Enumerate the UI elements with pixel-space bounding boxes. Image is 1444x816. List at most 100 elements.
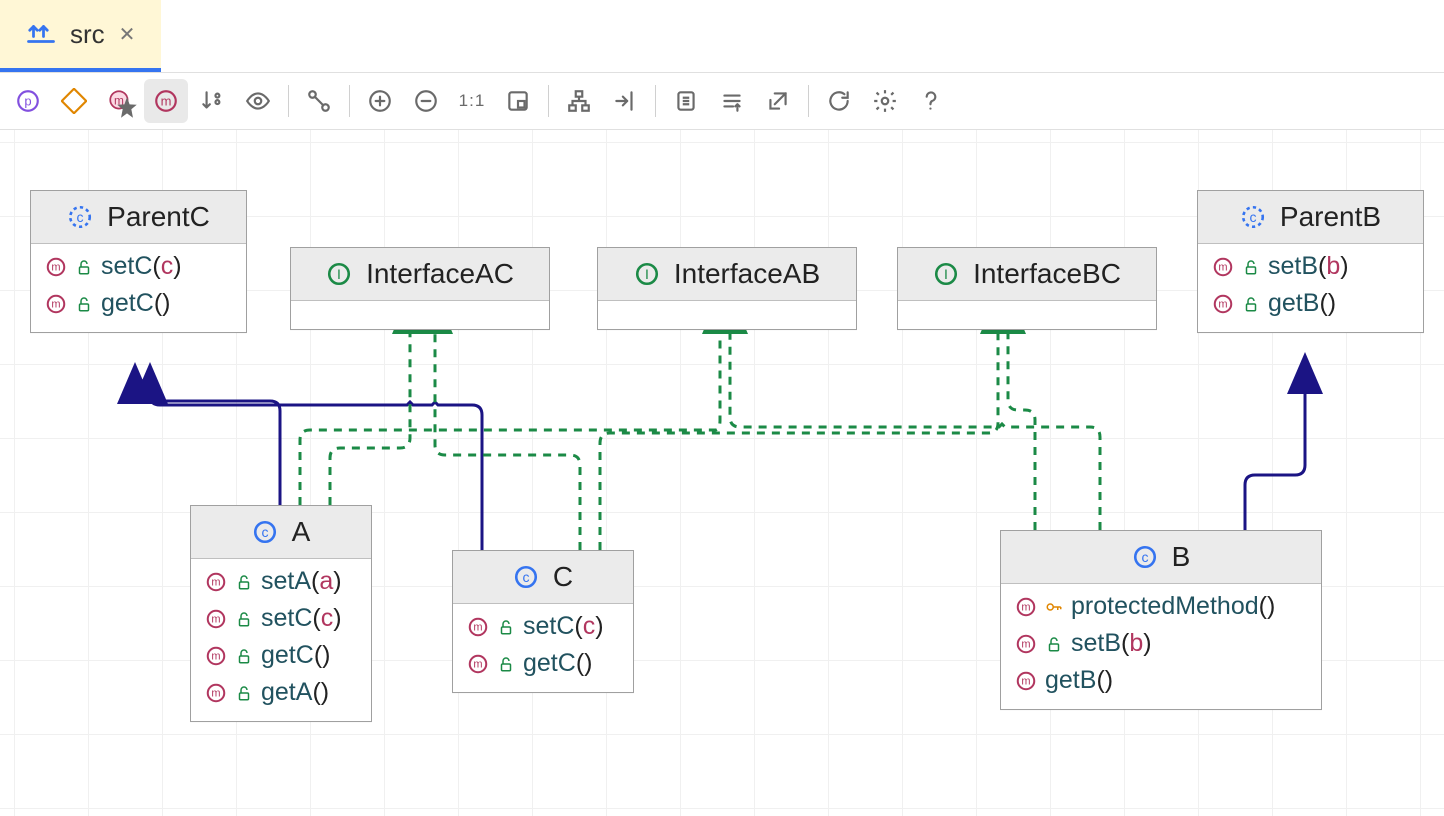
method-icon: m: [205, 608, 227, 630]
public-icon: [1045, 635, 1063, 653]
svg-text:m: m: [1021, 601, 1030, 613]
node-title: ParentB: [1280, 201, 1381, 233]
diagram-canvas[interactable]: c ParentC m setC(c) m getC() c ParentB: [0, 130, 1444, 816]
svg-text:m: m: [51, 261, 60, 273]
node-header: c A: [191, 506, 371, 559]
tab-diagram-icon: [26, 19, 56, 49]
svg-text:I: I: [645, 266, 649, 282]
class-icon: c: [513, 564, 539, 590]
toolbar-separator: [655, 85, 656, 117]
method-icon: m: [467, 653, 489, 675]
public-icon: [235, 647, 253, 665]
node-title: A: [292, 516, 311, 548]
zoom-in-icon[interactable]: [358, 79, 402, 123]
node-title: ParentC: [107, 201, 210, 233]
member-setC: m setC(c): [45, 252, 232, 281]
node-header: I InterfaceAB: [598, 248, 856, 301]
member-getB: m getB(): [1212, 289, 1409, 318]
node-header: c ParentC: [31, 191, 246, 244]
group-icon[interactable]: [603, 79, 647, 123]
svg-text:c: c: [261, 524, 268, 540]
svg-text:m: m: [473, 621, 482, 633]
interface-icon: I: [634, 261, 660, 287]
method-icon: m: [205, 682, 227, 704]
list-icon[interactable]: [664, 79, 708, 123]
svg-text:c: c: [1141, 549, 1148, 565]
svg-text:m: m: [211, 650, 220, 662]
protected-icon: [1045, 598, 1063, 616]
node-header: c C: [453, 551, 633, 604]
tab-bar: src ✕: [0, 0, 1444, 73]
interface-icon: I: [326, 261, 352, 287]
sort-icon[interactable]: [190, 79, 234, 123]
method-icon: m: [1015, 596, 1037, 618]
node-body: m setB(b) m getB(): [1198, 244, 1423, 332]
tab-src[interactable]: src ✕: [0, 0, 161, 72]
member-setC: m setC(c): [467, 612, 619, 641]
zoom-out-icon[interactable]: [404, 79, 448, 123]
public-icon: [1242, 258, 1260, 276]
node-InterfaceAC[interactable]: I InterfaceAC: [290, 247, 550, 330]
node-ParentC[interactable]: c ParentC m setC(c) m getC(): [30, 190, 247, 333]
public-icon: [75, 258, 93, 276]
public-icon: [497, 655, 515, 673]
package-icon[interactable]: p: [6, 79, 50, 123]
svg-text:m: m: [211, 613, 220, 625]
method-icon: m: [1212, 293, 1234, 315]
refresh-icon[interactable]: [817, 79, 861, 123]
open-icon[interactable]: [756, 79, 800, 123]
node-C[interactable]: c C m setC(c) m getC(): [452, 550, 634, 693]
svg-text:m: m: [51, 298, 60, 310]
node-title: InterfaceAC: [366, 258, 514, 290]
svg-text:p: p: [24, 93, 31, 108]
toolbar-separator: [808, 85, 809, 117]
node-InterfaceBC[interactable]: I InterfaceBC: [897, 247, 1157, 330]
abstract-class-icon: c: [1240, 204, 1266, 230]
node-header: c ParentB: [1198, 191, 1423, 244]
node-A[interactable]: c A m setA(a) m setC(c) m getC() m: [190, 505, 372, 722]
svg-text:m: m: [211, 687, 220, 699]
node-title: InterfaceAB: [674, 258, 820, 290]
interface-icon: I: [933, 261, 959, 287]
public-icon: [235, 573, 253, 591]
method-icon: m: [1212, 256, 1234, 278]
zoom-reset-label: 1:1: [459, 91, 486, 111]
svg-text:c: c: [77, 209, 84, 225]
member-getC: m getC(): [467, 649, 619, 678]
zoom-reset-button[interactable]: 1:1: [450, 79, 494, 123]
edit-icon[interactable]: [710, 79, 754, 123]
method-icon: m: [205, 571, 227, 593]
svg-text:m: m: [1021, 675, 1030, 687]
svg-text:m: m: [1218, 298, 1227, 310]
node-title: InterfaceBC: [973, 258, 1121, 290]
public-icon: [497, 618, 515, 636]
public-icon: [235, 610, 253, 628]
member-setA: m setA(a): [205, 567, 357, 596]
visibility-icon[interactable]: [236, 79, 280, 123]
annotation-icon[interactable]: [52, 79, 96, 123]
public-icon: [1242, 295, 1260, 313]
abstract-class-icon: c: [67, 204, 93, 230]
fit-icon[interactable]: [496, 79, 540, 123]
node-header: I InterfaceAC: [291, 248, 549, 301]
hierarchy-icon[interactable]: [557, 79, 601, 123]
node-B[interactable]: c B m protectedMethod() m setB(b) m getB…: [1000, 530, 1322, 710]
member-getB: m getB(): [1015, 666, 1307, 695]
help-icon[interactable]: [909, 79, 953, 123]
member-getA: m getA(): [205, 678, 357, 707]
member-getC: m getC(): [205, 641, 357, 670]
tab-label: src: [70, 19, 105, 50]
svg-text:c: c: [1249, 209, 1256, 225]
tab-close-button[interactable]: ✕: [119, 22, 136, 47]
svg-text:m: m: [473, 658, 482, 670]
node-body: m setC(c) m getC(): [31, 244, 246, 332]
dependency-diff-icon[interactable]: [297, 79, 341, 123]
method-starred-icon[interactable]: m: [98, 79, 142, 123]
method-icon[interactable]: m: [144, 79, 188, 123]
member-setC: m setC(c): [205, 604, 357, 633]
node-InterfaceAB[interactable]: I InterfaceAB: [597, 247, 857, 330]
settings-icon[interactable]: [863, 79, 907, 123]
node-ParentB[interactable]: c ParentB m setB(b) m getB(): [1197, 190, 1424, 333]
class-icon: c: [1132, 544, 1158, 570]
member-protectedMethod: m protectedMethod(): [1015, 592, 1307, 621]
